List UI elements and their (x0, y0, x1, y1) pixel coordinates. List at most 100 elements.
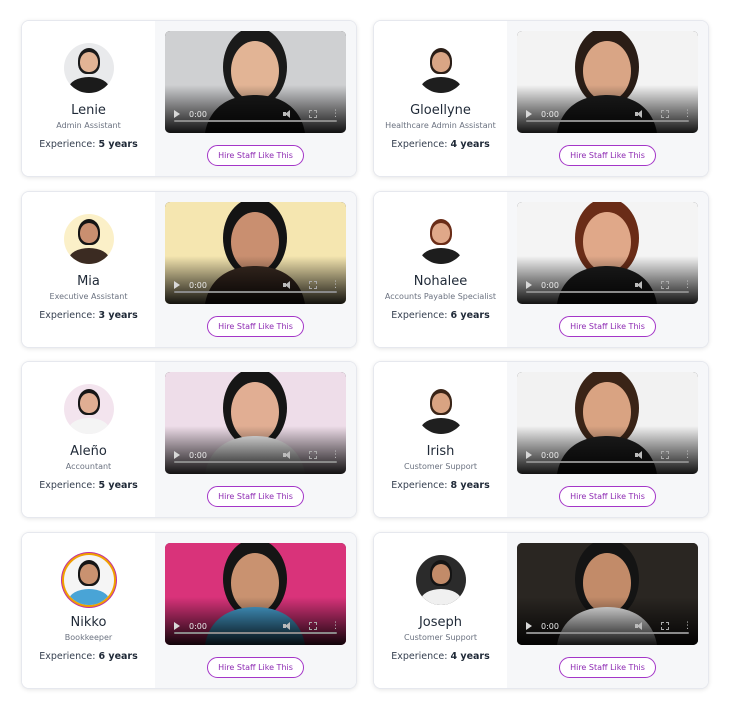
experience-label: Experience: (391, 651, 448, 662)
volume-icon[interactable] (635, 109, 645, 119)
video-controls: 0:00 ⋮ (517, 274, 698, 296)
hire-staff-button[interactable]: Hire Staff Like This (207, 145, 304, 166)
staff-name: Lenie (71, 103, 106, 118)
hire-staff-button[interactable]: Hire Staff Like This (559, 486, 656, 507)
more-options-icon[interactable]: ⋮ (331, 109, 340, 119)
hire-staff-button[interactable]: Hire Staff Like This (559, 316, 656, 337)
play-icon[interactable] (174, 281, 180, 289)
avatar (63, 214, 114, 264)
intro-video-player[interactable]: 0:00 ⋮ (165, 31, 346, 133)
more-options-icon[interactable]: ⋮ (331, 621, 340, 631)
video-controls: 0:00 ⋮ (165, 444, 346, 466)
fullscreen-icon[interactable] (309, 451, 317, 459)
video-controls: 0:00 ⋮ (517, 444, 698, 466)
volume-icon[interactable] (635, 621, 645, 631)
intro-video-player[interactable]: 0:00 ⋮ (517, 372, 698, 474)
staff-name: Mia (77, 274, 100, 289)
play-icon[interactable] (526, 281, 532, 289)
staff-card-lenie: Lenie Admin Assistant Experience: 5 year… (21, 20, 357, 177)
play-icon[interactable] (174, 451, 180, 459)
volume-icon[interactable] (283, 621, 293, 631)
avatar (63, 43, 114, 93)
experience-value: 6 years (98, 651, 138, 662)
experience-label: Experience: (39, 139, 96, 150)
staff-card-mia: Mia Executive Assistant Experience: 3 ye… (21, 191, 357, 348)
more-options-icon[interactable]: ⋮ (683, 280, 692, 290)
staff-role: Healthcare Admin Assistant (385, 121, 496, 130)
experience-value: 5 years (98, 139, 138, 150)
experience-value: 4 years (450, 139, 490, 150)
video-panel: 0:00 ⋮ Hire Staff Like This (507, 21, 708, 176)
video-controls: 0:00 ⋮ (165, 615, 346, 637)
staff-role: Accounts Payable Specialist (384, 292, 497, 301)
fullscreen-icon[interactable] (661, 451, 669, 459)
play-icon[interactable] (526, 622, 532, 630)
volume-icon[interactable] (283, 109, 293, 119)
fullscreen-icon[interactable] (661, 110, 669, 118)
video-time: 0:00 (189, 621, 207, 631)
staff-name: Irish (426, 444, 455, 459)
avatar-head (431, 564, 450, 584)
video-time: 0:00 (189, 109, 207, 119)
fullscreen-icon[interactable] (661, 281, 669, 289)
more-options-icon[interactable]: ⋮ (683, 109, 692, 119)
avatar-body (68, 77, 109, 93)
volume-icon[interactable] (635, 280, 645, 290)
play-icon[interactable] (526, 451, 532, 459)
profile-panel: Aleño Accountant Experience: 5 years (22, 362, 155, 517)
video-controls: 0:00 ⋮ (517, 103, 698, 125)
experience-value: 5 years (98, 480, 138, 491)
staff-experience: Experience: 6 years (391, 310, 490, 322)
experience-label: Experience: (39, 480, 96, 491)
video-time: 0:00 (541, 109, 559, 119)
volume-icon[interactable] (635, 450, 645, 460)
video-time: 0:00 (189, 450, 207, 460)
hire-staff-button[interactable]: Hire Staff Like This (559, 657, 656, 678)
avatar (63, 555, 114, 605)
intro-video-player[interactable]: 0:00 ⋮ (517, 543, 698, 645)
more-options-icon[interactable]: ⋮ (683, 621, 692, 631)
staff-card-nikko: Nikko Bookkeeper Experience: 6 years 0:0… (21, 532, 357, 689)
intro-video-player[interactable]: 0:00 ⋮ (165, 202, 346, 304)
staff-card-nohalee: Nohalee Accounts Payable Specialist Expe… (373, 191, 709, 348)
video-time: 0:00 (541, 280, 559, 290)
play-icon[interactable] (174, 622, 180, 630)
more-options-icon[interactable]: ⋮ (683, 450, 692, 460)
video-panel: 0:00 ⋮ Hire Staff Like This (507, 192, 708, 347)
video-time: 0:00 (189, 280, 207, 290)
intro-video-player[interactable]: 0:00 ⋮ (165, 543, 346, 645)
video-controls: 0:00 ⋮ (165, 274, 346, 296)
video-time: 0:00 (541, 621, 559, 631)
intro-video-player[interactable]: 0:00 ⋮ (165, 372, 346, 474)
experience-value: 8 years (450, 480, 490, 491)
experience-label: Experience: (391, 310, 448, 321)
volume-icon[interactable] (283, 450, 293, 460)
hire-staff-button[interactable]: Hire Staff Like This (207, 657, 304, 678)
more-options-icon[interactable]: ⋮ (331, 450, 340, 460)
staff-name: Aleño (70, 444, 107, 459)
fullscreen-icon[interactable] (661, 622, 669, 630)
hire-staff-button[interactable]: Hire Staff Like This (207, 316, 304, 337)
more-options-icon[interactable]: ⋮ (331, 280, 340, 290)
avatar-body (420, 248, 461, 264)
staff-card-gloellyne: Gloellyne Healthcare Admin Assistant Exp… (373, 20, 709, 177)
hire-staff-button[interactable]: Hire Staff Like This (207, 486, 304, 507)
video-time: 0:00 (541, 450, 559, 460)
volume-icon[interactable] (283, 280, 293, 290)
fullscreen-icon[interactable] (309, 281, 317, 289)
intro-video-player[interactable]: 0:00 ⋮ (517, 202, 698, 304)
hire-staff-button[interactable]: Hire Staff Like This (559, 145, 656, 166)
staff-role: Admin Assistant (56, 121, 121, 130)
profile-panel: Irish Customer Support Experience: 8 yea… (374, 362, 507, 517)
experience-value: 3 years (98, 310, 138, 321)
video-controls: 0:00 ⋮ (165, 103, 346, 125)
staff-card-aleo: Aleño Accountant Experience: 5 years 0:0… (21, 361, 357, 518)
video-panel: 0:00 ⋮ Hire Staff Like This (155, 21, 356, 176)
play-icon[interactable] (526, 110, 532, 118)
profile-panel: Nikko Bookkeeper Experience: 6 years (22, 533, 155, 688)
play-icon[interactable] (174, 110, 180, 118)
intro-video-player[interactable]: 0:00 ⋮ (517, 31, 698, 133)
avatar (63, 384, 114, 434)
fullscreen-icon[interactable] (309, 110, 317, 118)
fullscreen-icon[interactable] (309, 622, 317, 630)
